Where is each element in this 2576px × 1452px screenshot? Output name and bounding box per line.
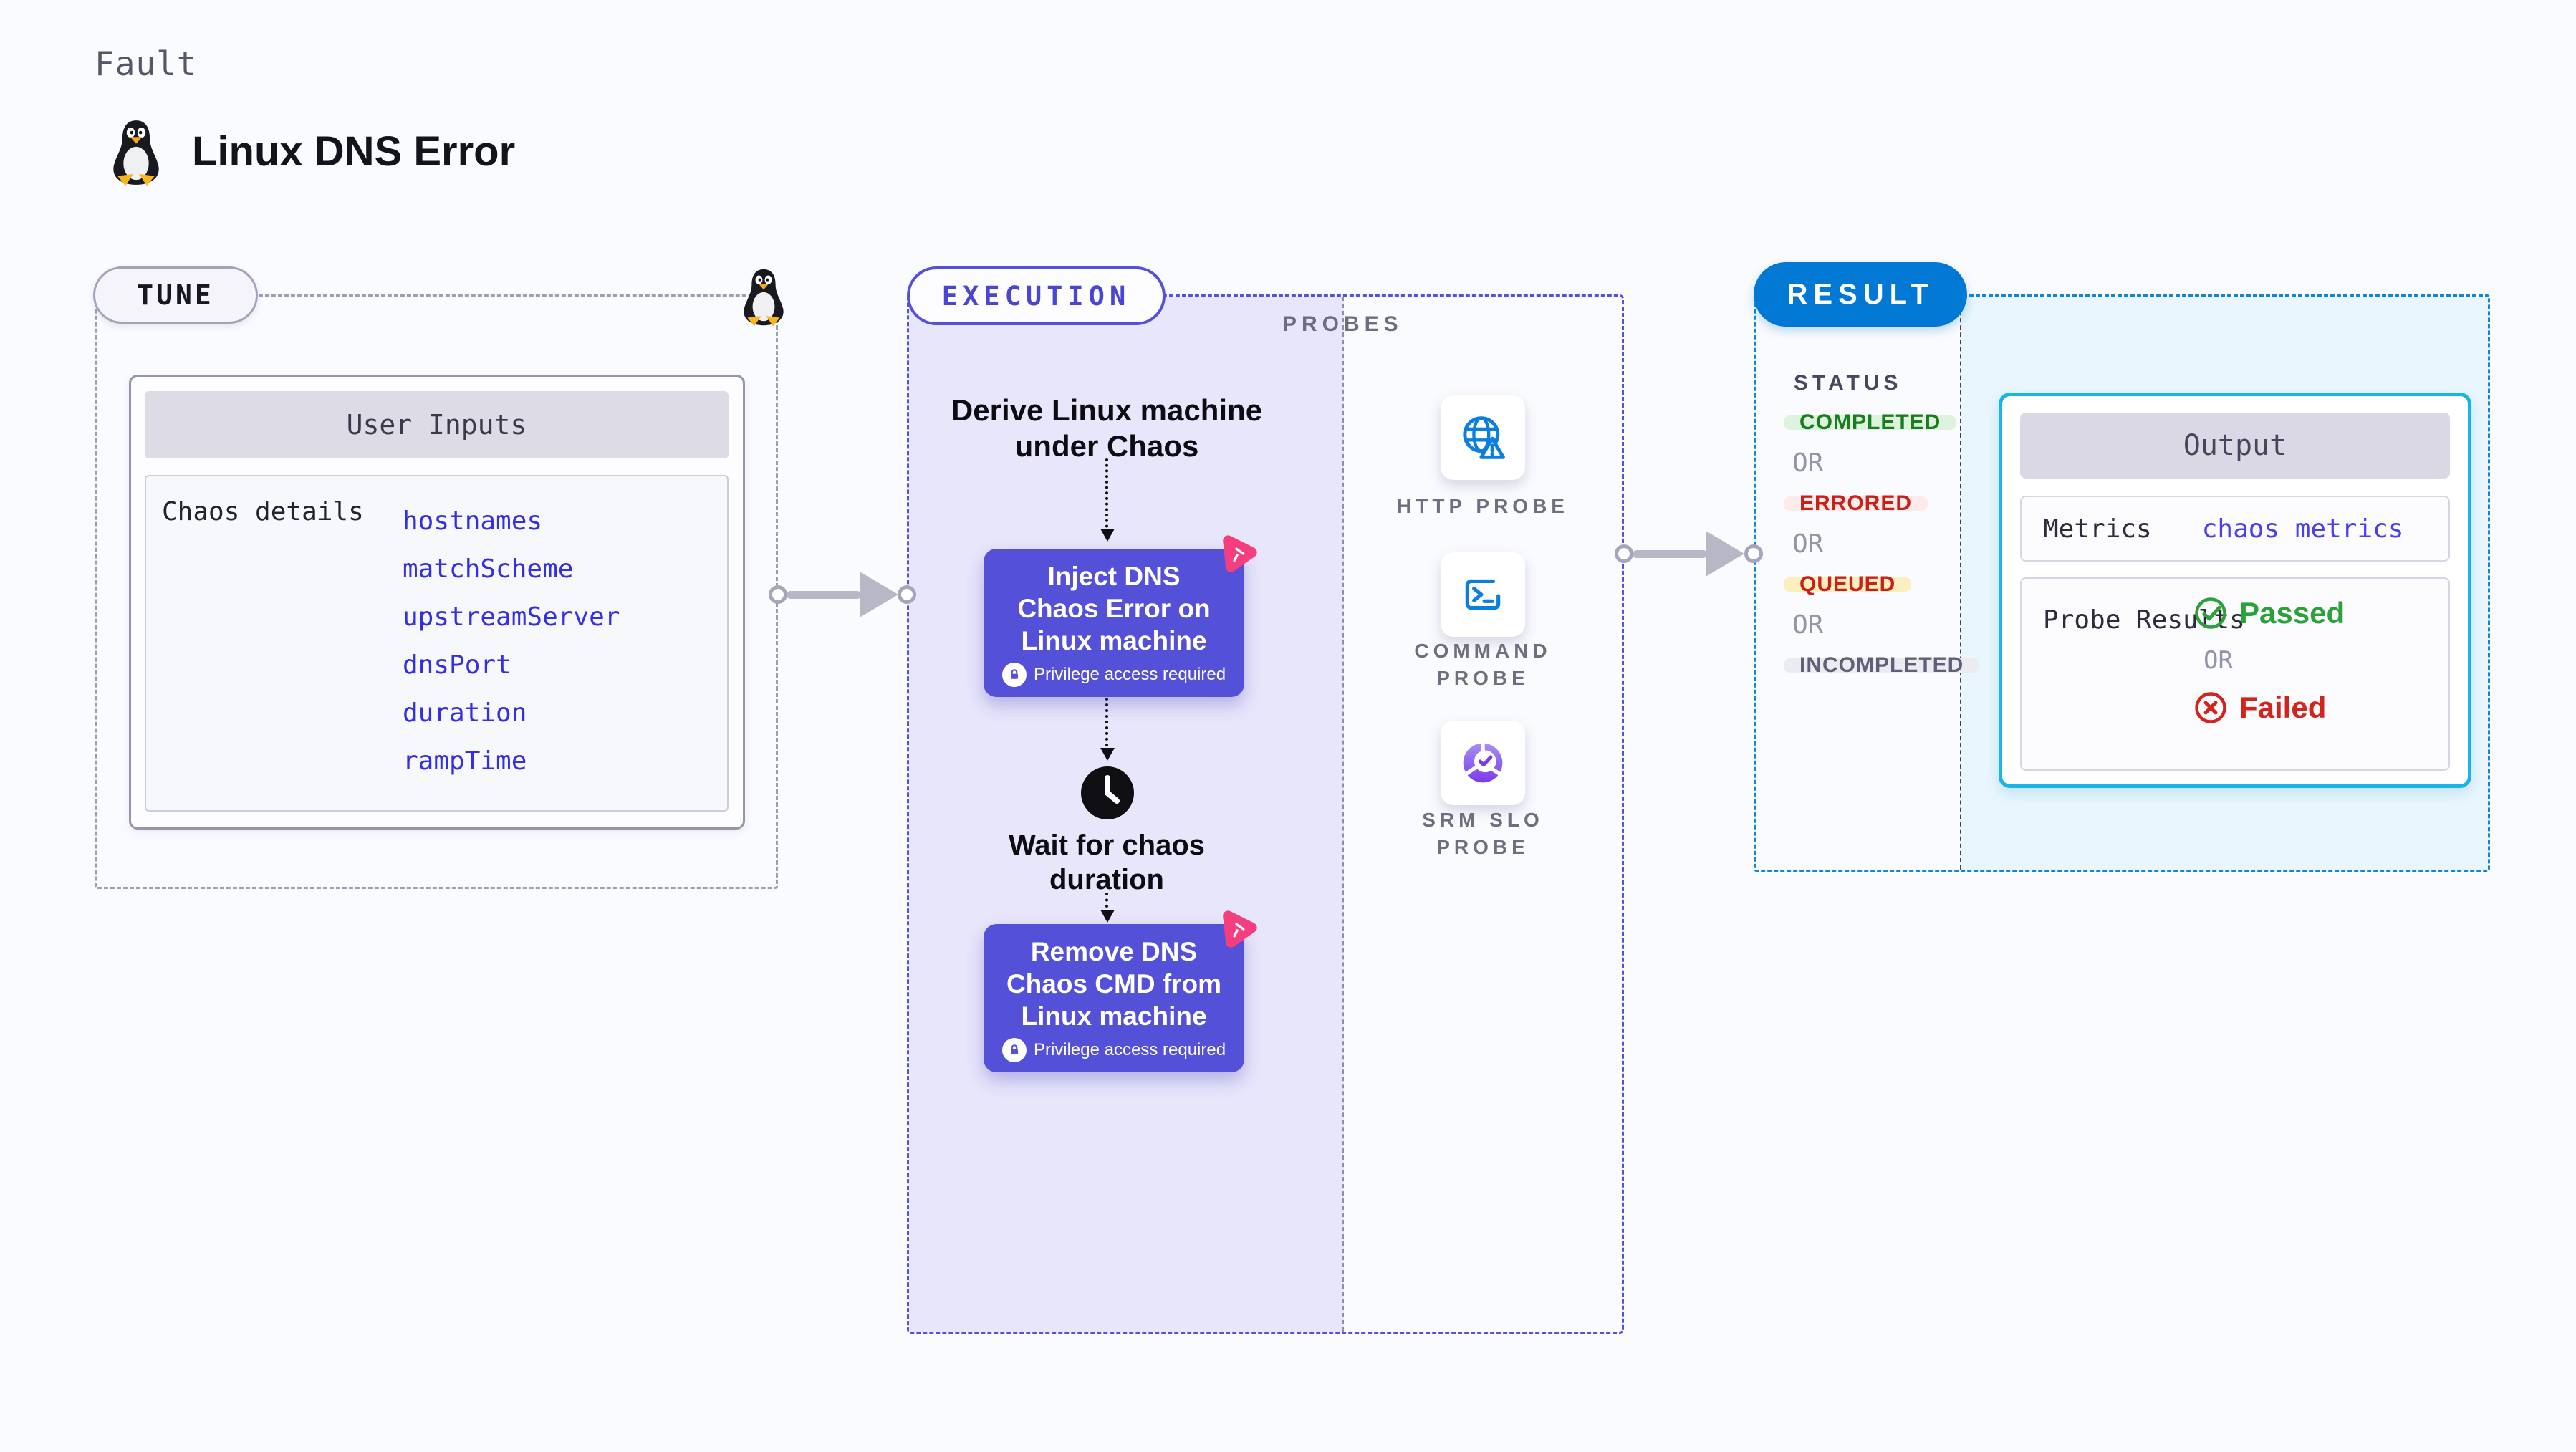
result-pill: RESULT [1754,262,1967,327]
privilege-note: Privilege access required [1033,1040,1226,1059]
connector-dot [1615,544,1633,563]
or-label: OR [2203,646,2233,675]
status-badge-incompleted: INCOMPLETED [1784,655,1980,676]
wait-clock-icon [1081,766,1134,819]
srm-slo-probe-card [1441,721,1525,805]
remove-dns-chaos-step: Remove DNS Chaos CMD from Linux machine … [984,910,1257,1072]
failed-label: Failed [2239,691,2327,724]
flow-arrow-head-icon [860,572,898,617]
lock-icon [1001,1038,1027,1062]
chaos-details-label: Chaos details [162,497,364,527]
http-probe-card [1441,395,1525,480]
dotted-arrow-down-icon [1100,692,1115,761]
status-badge-queued: QUEUED [1784,574,1912,595]
probes-label: PROBES [1282,312,1403,336]
tune-pill: TUNE [93,266,258,324]
chaos-experiment-icon [1223,535,1257,572]
check-circle-icon [2195,597,2226,629]
connector-dot [898,585,916,604]
status-badge-errored: ERRORED [1784,493,1928,514]
terminal-icon [1465,579,1501,610]
fault-diagram: Fault Linux DNS Error TUNE User Inputs C… [0,0,2576,1452]
http-probe-label: HTTP PROBE [1397,495,1569,517]
remove-step-label: Remove DNS Chaos CMD from Linux machine [1006,937,1222,1031]
privilege-note: Privilege access required [1033,665,1226,684]
or-label: OR [1792,610,1824,640]
execution-pill: EXECUTION [907,266,1166,325]
inject-step-label: Inject DNS Chaos Error on Linux machine [1017,562,1211,655]
lock-icon [1001,663,1027,687]
tux-penguin-small-icon [744,269,784,327]
command-probe-label: COMMAND PROBE [1414,640,1552,689]
output-title: Output [2020,413,2450,479]
chaos-experiment-icon [1223,910,1257,948]
status-list: COMPLETED OR ERRORED OR QUEUED OR INCOMPLETED [1784,412,1980,676]
globe-warning-icon [1463,416,1505,459]
probe-results-row: Probe Results Passed OR Failed [2020,577,2450,771]
dotted-arrow-down-icon [1100,893,1115,923]
inject-dns-chaos-step: Inject DNS Chaos Error on Linux machine … [984,535,1257,697]
metrics-row: Metrics chaos metrics [2020,496,2450,562]
or-label: OR [1792,529,1824,559]
dotted-arrow-down-icon [1100,458,1115,542]
flow-arrow-line [1633,550,1707,558]
passed-label: Passed [2239,596,2345,630]
status-badge-completed: COMPLETED [1784,412,1957,433]
connector-dot [1744,544,1763,563]
flow-arrow-line [787,591,861,599]
chaos-param: duration [403,698,527,728]
chaos-param: matchScheme [403,554,574,584]
tux-penguin-icon [113,120,159,186]
chaos-param: hostnames [403,506,543,536]
flow-arrow-head-icon [1706,531,1744,577]
metrics-value: chaos metrics [2201,514,2404,544]
srm-slo-probe-label: SRM SLO PROBE [1422,809,1544,858]
chaos-param-list: hostnames matchScheme upstreamServer dnsPor… [403,497,620,785]
metrics-label: Metrics [2043,514,2152,544]
page-title: Linux DNS Error [192,128,516,175]
wait-step-title: Wait for chaos duration [1008,830,1206,895]
command-probe-card [1441,552,1525,637]
chaos-param: dnsPort [403,650,511,680]
x-circle-icon [2195,692,2226,723]
or-label: OR [1792,448,1824,478]
fault-kicker: Fault [95,44,198,83]
derive-step-title: Derive Linux machine under Chaos [951,393,1263,463]
status-label: STATUS [1794,371,1903,395]
slo-donut-check-icon [1463,741,1503,783]
chaos-param: upstreamServer [403,602,620,632]
connector-dot [769,585,787,604]
chaos-param: rampTime [403,746,527,776]
user-inputs-title: User Inputs [145,391,729,458]
